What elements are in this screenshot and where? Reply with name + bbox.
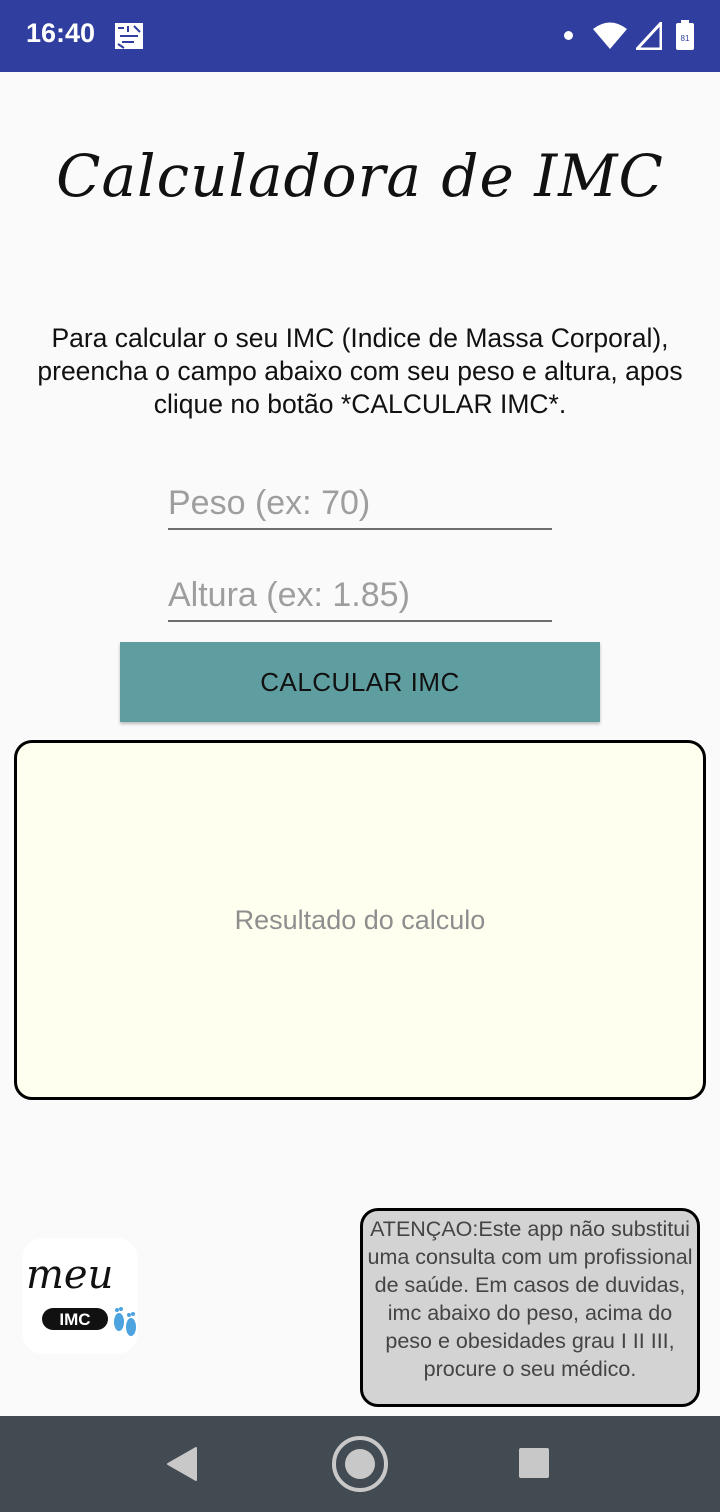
logo-word-meu: meu — [26, 1252, 113, 1298]
recents-icon[interactable] — [519, 1448, 549, 1478]
warning-box: ATENÇAO:Este app não substitui uma consu… — [360, 1208, 700, 1407]
result-box: Resultado do calculo — [14, 740, 706, 1100]
calculate-imc-button[interactable]: CALCULAR IMC — [120, 642, 600, 722]
svg-text:81: 81 — [681, 34, 690, 43]
notification-dot-icon — [564, 31, 573, 40]
battery-icon: 81 — [676, 20, 694, 50]
logo-word-imc: IMC — [59, 1310, 90, 1329]
status-bar: 16:40 81 — [0, 0, 720, 72]
back-icon[interactable] — [166, 1446, 198, 1482]
result-text: Resultado do calculo — [234, 904, 486, 935]
weight-input[interactable] — [168, 478, 552, 530]
warning-text: ATENÇAO:Este app não substitui uma consu… — [367, 1217, 693, 1381]
signal-icon — [633, 19, 663, 51]
instructions-text: Para calcular o seu IMC (Indice de Massa… — [37, 323, 683, 419]
footprints-icon — [114, 1307, 136, 1336]
home-icon[interactable] — [330, 1434, 390, 1494]
app-notification-icon — [114, 22, 144, 50]
page-title: Calculadora de IMC — [56, 142, 664, 210]
status-time: 16:40 — [26, 18, 96, 48]
app-logo: meu IMC — [22, 1238, 138, 1354]
wifi-icon — [592, 20, 628, 50]
height-input[interactable] — [168, 570, 552, 622]
